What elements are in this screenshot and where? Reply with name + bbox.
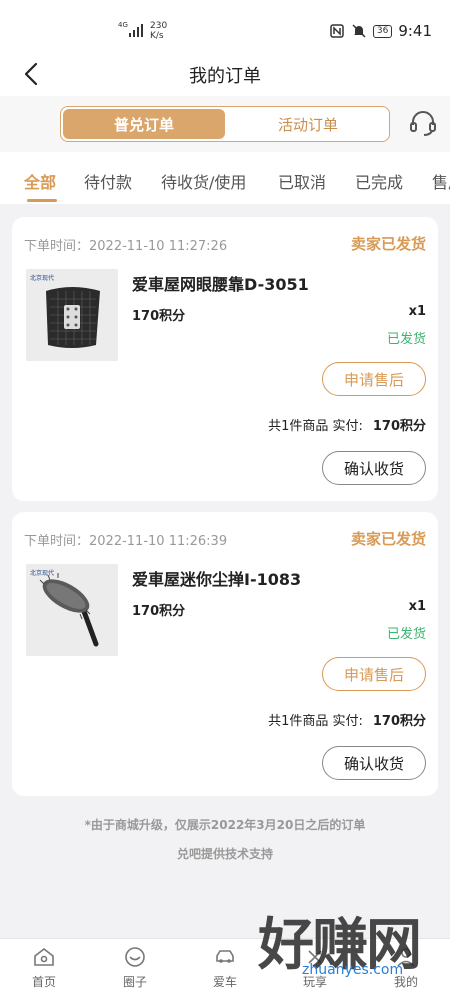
circle-icon xyxy=(125,947,145,967)
order-time: 下单时间：2022-11-10 11:27:26 xyxy=(24,239,228,254)
bottom-nav: 首页 圈子 爱车 玩享 我的 xyxy=(0,938,450,1000)
order-type-area: 普兑订单 活动订单 xyxy=(0,96,450,152)
nav-car[interactable]: 爱车 xyxy=(195,945,255,990)
network-speed: 230 K/s xyxy=(150,21,168,41)
order-status: 卖家已发货 xyxy=(350,235,426,253)
tab-indicator xyxy=(27,199,57,202)
nav-circle[interactable]: 圈子 xyxy=(105,945,165,990)
brand-logo: 北京现代 xyxy=(30,570,55,577)
shipping-status: 已发货 xyxy=(386,627,426,642)
nav-bar: 我的订单 xyxy=(0,52,450,96)
play-icon xyxy=(308,950,322,964)
confirm-receipt-button[interactable]: 确认收货 xyxy=(322,451,426,485)
tab-after-sale[interactable]: 售后 xyxy=(432,169,450,193)
segment-normal-orders[interactable]: 普兑订单 xyxy=(63,109,225,139)
nav-home[interactable]: 首页 xyxy=(14,945,74,990)
tab-cancelled[interactable]: 已取消 xyxy=(278,169,326,193)
brand-logo: 北京现代 xyxy=(30,275,55,282)
mute-icon xyxy=(352,24,366,38)
confirm-receipt-button[interactable]: 确认收货 xyxy=(322,746,426,780)
home-icon xyxy=(34,947,54,966)
tab-pending-payment[interactable]: 待付款 xyxy=(84,169,132,193)
order-time: 下单时间：2022-11-10 11:26:39 xyxy=(24,534,228,549)
tab-pending-receipt[interactable]: 待收货/使用 xyxy=(161,169,246,193)
lumbar-cushion-image xyxy=(46,287,100,348)
network-type: 4G xyxy=(118,21,128,29)
nav-mine[interactable]: 我的 xyxy=(376,945,436,990)
tech-support-text: 兑吧提供技术支持 xyxy=(176,847,273,861)
shipping-status: 已发货 xyxy=(386,332,426,347)
order-card: 下单时间：2022-11-10 11:27:26 卖家已发货 北京现代 爱車屋网… xyxy=(12,217,438,501)
order-status: 卖家已发货 xyxy=(350,530,426,548)
product-image[interactable]: 北京现代 xyxy=(26,564,118,656)
tab-completed[interactable]: 已完成 xyxy=(355,169,403,193)
order-type-segment: 普兑订单 活动订单 xyxy=(60,106,390,142)
customer-service-icon[interactable] xyxy=(408,108,438,138)
product-price: 170积分 xyxy=(132,604,186,619)
page-title: 我的订单 xyxy=(189,66,261,87)
order-summary: 共1件商品 实付: 170积分 xyxy=(268,419,426,434)
user-icon xyxy=(397,948,415,967)
car-icon xyxy=(216,950,234,963)
product-price: 170积分 xyxy=(132,309,186,324)
upgrade-notice: *由于商城升级，仅展示2022年3月20日之后的订单 xyxy=(84,818,366,832)
product-image[interactable]: 北京现代 xyxy=(26,269,118,361)
nav-play[interactable]: 玩享 xyxy=(285,945,345,990)
duster-image xyxy=(39,573,99,647)
product-quantity: x1 xyxy=(408,304,426,319)
product-name[interactable]: 爱車屋迷你尘掸I-1083 xyxy=(132,566,301,590)
product-name[interactable]: 爱車屋网眼腰靠D-3051 xyxy=(132,271,309,295)
order-summary: 共1件商品 实付: 170积分 xyxy=(268,714,426,729)
nfc-icon xyxy=(330,24,344,38)
apply-after-sale-button[interactable]: 申请售后 xyxy=(322,362,426,396)
battery-icon: 36 xyxy=(372,24,393,38)
tab-all[interactable]: 全部 xyxy=(24,169,56,193)
clock: 9:41 xyxy=(398,22,432,40)
segment-activity-orders[interactable]: 活动订单 xyxy=(227,107,389,141)
status-bar: 4G 230 K/s 36 9:41 xyxy=(0,0,450,52)
apply-after-sale-button[interactable]: 申请售后 xyxy=(322,657,426,691)
product-quantity: x1 xyxy=(408,599,426,614)
signal-icon xyxy=(129,24,143,37)
order-card: 下单时间：2022-11-10 11:26:39 卖家已发货 北京现代 爱車屋迷… xyxy=(12,512,438,796)
status-tabs: 全部 待付款 待收货/使用 已取消 已完成 售后 xyxy=(0,152,450,204)
